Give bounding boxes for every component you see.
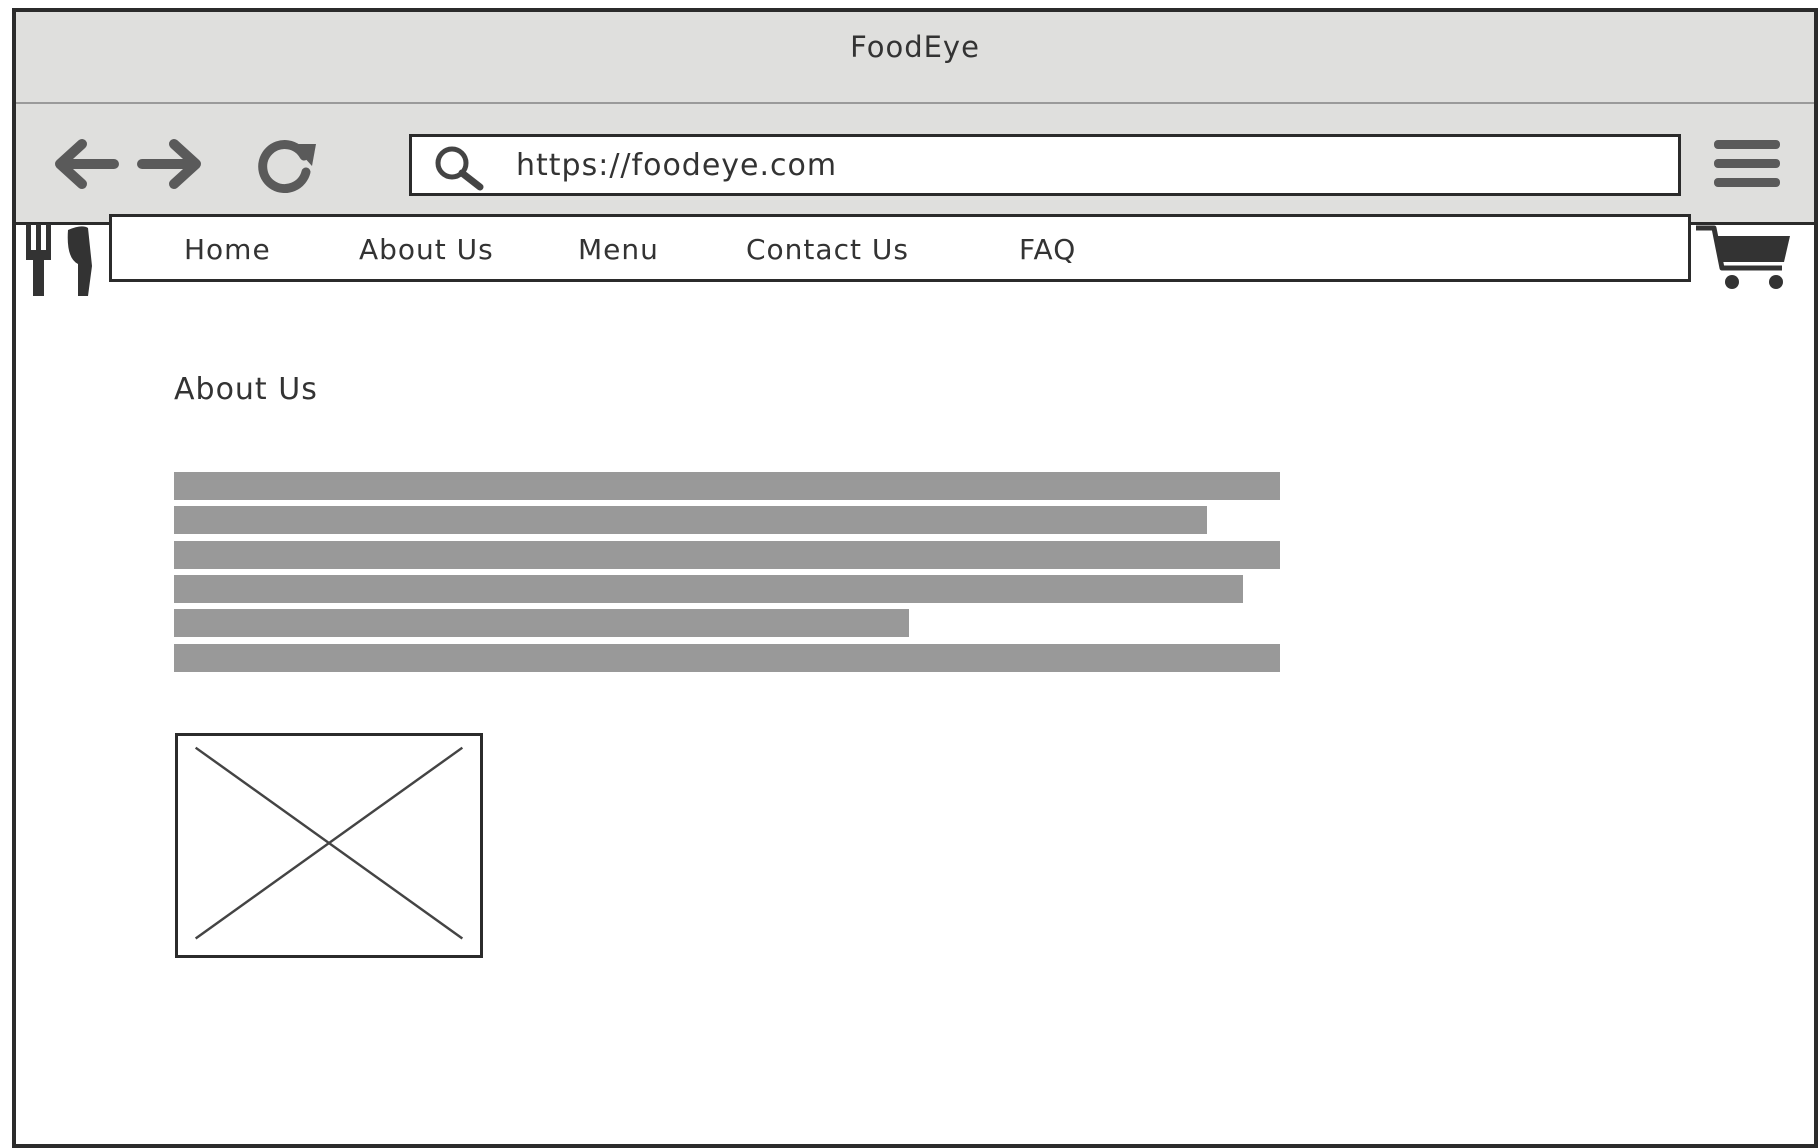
- back-arrow-icon: [55, 139, 119, 189]
- back-button[interactable]: [46, 134, 120, 194]
- text-placeholder-line: [174, 575, 1243, 603]
- reload-button[interactable]: [248, 134, 322, 194]
- address-bar[interactable]: https://foodeye.com: [409, 134, 1681, 196]
- hamburger-menu-icon: [1714, 140, 1780, 187]
- browser-window: FoodEye https://foodeye.com Home About U…: [12, 8, 1818, 1148]
- nav-item-about-us[interactable]: About Us: [359, 233, 494, 266]
- site-navigation: Home About Us Menu Contact Us FAQ: [109, 214, 1691, 282]
- window-title: FoodEye: [850, 30, 980, 64]
- nav-item-home[interactable]: Home: [184, 233, 271, 266]
- text-placeholder-line: [174, 644, 1280, 672]
- fork-knife-icon[interactable]: [22, 224, 102, 296]
- url-text[interactable]: https://foodeye.com: [516, 148, 837, 183]
- text-placeholder-line: [174, 472, 1280, 500]
- text-placeholder-line: [174, 506, 1207, 534]
- title-bar: FoodEye: [16, 12, 1814, 104]
- page-title: About Us: [174, 372, 318, 407]
- browser-menu-button[interactable]: [1712, 138, 1782, 190]
- forward-button[interactable]: [136, 134, 210, 194]
- text-placeholder-line: [174, 541, 1280, 569]
- reload-icon: [258, 140, 316, 193]
- browser-toolbar: https://foodeye.com: [16, 104, 1814, 225]
- nav-item-menu[interactable]: Menu: [578, 233, 659, 266]
- search-icon: [428, 143, 490, 191]
- nav-item-contact-us[interactable]: Contact Us: [746, 233, 909, 266]
- image-placeholder-icon: [175, 733, 483, 958]
- forward-arrow-icon: [137, 139, 201, 189]
- text-placeholder-line: [174, 609, 909, 637]
- nav-item-faq[interactable]: FAQ: [1019, 233, 1076, 266]
- shopping-cart-icon[interactable]: [1694, 222, 1798, 296]
